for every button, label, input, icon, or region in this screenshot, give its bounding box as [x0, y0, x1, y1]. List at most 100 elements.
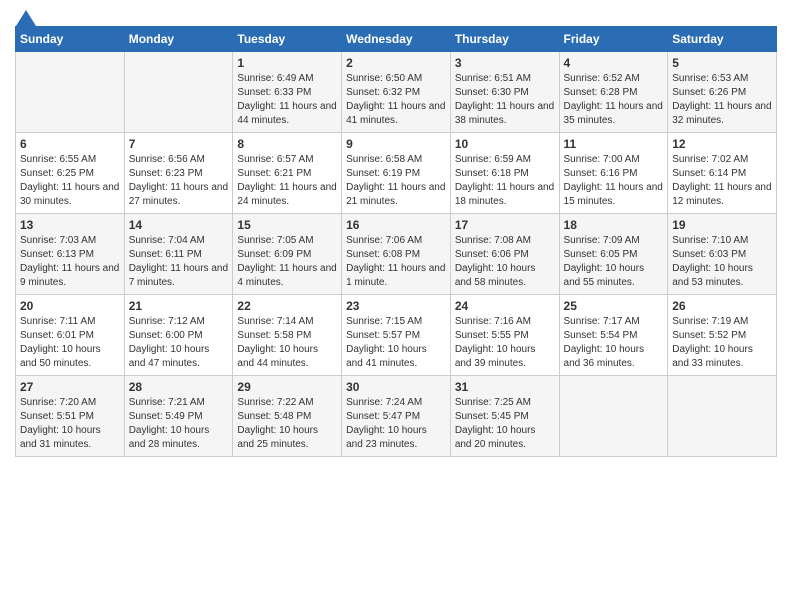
day-number: 28 [129, 380, 229, 394]
day-number: 31 [455, 380, 555, 394]
header-monday: Monday [124, 27, 233, 52]
day-number: 21 [129, 299, 229, 313]
day-cell: 24 Sunrise: 7:16 AM Sunset: 5:55 PM Dayli… [450, 295, 559, 376]
day-info: Sunrise: 7:19 AM Sunset: 5:52 PM Dayligh… [672, 315, 772, 371]
day-info: Sunrise: 7:02 AM Sunset: 6:14 PM Dayligh… [672, 153, 772, 209]
day-number: 4 [564, 56, 664, 70]
day-cell: 26 Sunrise: 7:19 AM Sunset: 5:52 PM Dayli… [668, 295, 777, 376]
day-info: Sunrise: 6:52 AM Sunset: 6:28 PM Dayligh… [564, 72, 664, 128]
day-cell: 4 Sunrise: 6:52 AM Sunset: 6:28 PM Daylig… [559, 52, 668, 133]
logo [15, 10, 37, 22]
day-info: Sunrise: 7:15 AM Sunset: 5:57 PM Dayligh… [346, 315, 446, 371]
day-info: Sunrise: 7:04 AM Sunset: 6:11 PM Dayligh… [129, 234, 229, 290]
header-sunday: Sunday [16, 27, 125, 52]
logo-icon [16, 10, 36, 26]
header-row-days: SundayMondayTuesdayWednesdayThursdayFrid… [16, 27, 777, 52]
day-cell: 11Sunrise: 7:00 AM Sunset: 6:16 PM Dayli… [559, 133, 668, 214]
week-row-0: 1Sunrise: 6:49 AM Sunset: 6:33 PM Daylig… [16, 52, 777, 133]
day-cell: 8 Sunrise: 6:57 AM Sunset: 6:21 PM Daylig… [233, 133, 342, 214]
day-cell: 12 Sunrise: 7:02 AM Sunset: 6:14 PM Dayli… [668, 133, 777, 214]
logo-text [15, 10, 37, 26]
day-info: Sunrise: 7:06 AM Sunset: 6:08 PM Dayligh… [346, 234, 446, 290]
day-cell: 14 Sunrise: 7:04 AM Sunset: 6:11 PM Dayli… [124, 214, 233, 295]
day-number: 13 [20, 218, 120, 232]
day-cell: 22 Sunrise: 7:14 AM Sunset: 5:58 PM Dayli… [233, 295, 342, 376]
day-number: 19 [672, 218, 772, 232]
day-cell: 9Sunrise: 6:58 AM Sunset: 6:19 PM Daylig… [342, 133, 451, 214]
day-cell: 31 Sunrise: 7:25 AM Sunset: 5:45 PM Dayli… [450, 376, 559, 457]
day-info: Sunrise: 7:05 AM Sunset: 6:09 PM Dayligh… [237, 234, 337, 290]
day-number: 23 [346, 299, 446, 313]
day-cell: 2 Sunrise: 6:50 AM Sunset: 6:32 PM Daylig… [342, 52, 451, 133]
day-cell: 18 Sunrise: 7:09 AM Sunset: 6:05 PM Dayli… [559, 214, 668, 295]
header-thursday: Thursday [450, 27, 559, 52]
header-wednesday: Wednesday [342, 27, 451, 52]
day-info: Sunrise: 6:56 AM Sunset: 6:23 PM Dayligh… [129, 153, 229, 209]
day-number: 30 [346, 380, 446, 394]
day-number: 15 [237, 218, 337, 232]
day-cell [124, 52, 233, 133]
day-number: 3 [455, 56, 555, 70]
day-info: Sunrise: 7:16 AM Sunset: 5:55 PM Dayligh… [455, 315, 555, 371]
day-info: Sunrise: 7:21 AM Sunset: 5:49 PM Dayligh… [129, 396, 229, 452]
calendar-container: SundayMondayTuesdayWednesdayThursdayFrid… [0, 0, 792, 462]
day-cell: 16 Sunrise: 7:06 AM Sunset: 6:08 PM Dayli… [342, 214, 451, 295]
day-info: Sunrise: 7:24 AM Sunset: 5:47 PM Dayligh… [346, 396, 446, 452]
day-info: Sunrise: 6:49 AM Sunset: 6:33 PM Dayligh… [237, 72, 337, 128]
day-cell: 29 Sunrise: 7:22 AM Sunset: 5:48 PM Dayli… [233, 376, 342, 457]
day-number: 11 [564, 137, 664, 151]
day-info: Sunrise: 6:50 AM Sunset: 6:32 PM Dayligh… [346, 72, 446, 128]
day-number: 12 [672, 137, 772, 151]
day-cell: 28 Sunrise: 7:21 AM Sunset: 5:49 PM Dayli… [124, 376, 233, 457]
day-number: 24 [455, 299, 555, 313]
day-cell: 6 Sunrise: 6:55 AM Sunset: 6:25 PM Daylig… [16, 133, 125, 214]
day-info: Sunrise: 6:55 AM Sunset: 6:25 PM Dayligh… [20, 153, 120, 209]
week-row-1: 6 Sunrise: 6:55 AM Sunset: 6:25 PM Daylig… [16, 133, 777, 214]
day-number: 29 [237, 380, 337, 394]
day-number: 25 [564, 299, 664, 313]
day-number: 17 [455, 218, 555, 232]
day-cell: 1Sunrise: 6:49 AM Sunset: 6:33 PM Daylig… [233, 52, 342, 133]
day-cell: 3 Sunrise: 6:51 AM Sunset: 6:30 PM Daylig… [450, 52, 559, 133]
day-cell: 5Sunrise: 6:53 AM Sunset: 6:26 PM Daylig… [668, 52, 777, 133]
day-info: Sunrise: 7:03 AM Sunset: 6:13 PM Dayligh… [20, 234, 120, 290]
week-row-2: 13 Sunrise: 7:03 AM Sunset: 6:13 PM Dayli… [16, 214, 777, 295]
day-info: Sunrise: 6:57 AM Sunset: 6:21 PM Dayligh… [237, 153, 337, 209]
day-cell [668, 376, 777, 457]
day-cell: 19 Sunrise: 7:10 AM Sunset: 6:03 PM Dayli… [668, 214, 777, 295]
day-number: 26 [672, 299, 772, 313]
day-info: Sunrise: 6:51 AM Sunset: 6:30 PM Dayligh… [455, 72, 555, 128]
day-info: Sunrise: 7:09 AM Sunset: 6:05 PM Dayligh… [564, 234, 664, 290]
week-row-3: 20 Sunrise: 7:11 AM Sunset: 6:01 PM Dayli… [16, 295, 777, 376]
day-info: Sunrise: 7:11 AM Sunset: 6:01 PM Dayligh… [20, 315, 120, 371]
day-info: Sunrise: 7:25 AM Sunset: 5:45 PM Dayligh… [455, 396, 555, 452]
day-info: Sunrise: 7:12 AM Sunset: 6:00 PM Dayligh… [129, 315, 229, 371]
day-number: 8 [237, 137, 337, 151]
header-row [15, 10, 777, 22]
header-saturday: Saturday [668, 27, 777, 52]
day-cell: 17 Sunrise: 7:08 AM Sunset: 6:06 PM Dayli… [450, 214, 559, 295]
day-info: Sunrise: 6:59 AM Sunset: 6:18 PM Dayligh… [455, 153, 555, 209]
day-number: 2 [346, 56, 446, 70]
day-cell: 10 Sunrise: 6:59 AM Sunset: 6:18 PM Dayli… [450, 133, 559, 214]
day-number: 6 [20, 137, 120, 151]
day-number: 22 [237, 299, 337, 313]
day-number: 10 [455, 137, 555, 151]
day-info: Sunrise: 7:17 AM Sunset: 5:54 PM Dayligh… [564, 315, 664, 371]
day-info: Sunrise: 7:10 AM Sunset: 6:03 PM Dayligh… [672, 234, 772, 290]
day-number: 18 [564, 218, 664, 232]
day-number: 16 [346, 218, 446, 232]
day-cell: 7Sunrise: 6:56 AM Sunset: 6:23 PM Daylig… [124, 133, 233, 214]
day-number: 20 [20, 299, 120, 313]
day-info: Sunrise: 7:08 AM Sunset: 6:06 PM Dayligh… [455, 234, 555, 290]
header-friday: Friday [559, 27, 668, 52]
day-info: Sunrise: 6:58 AM Sunset: 6:19 PM Dayligh… [346, 153, 446, 209]
calendar-table: SundayMondayTuesdayWednesdayThursdayFrid… [15, 26, 777, 457]
day-info: Sunrise: 6:53 AM Sunset: 6:26 PM Dayligh… [672, 72, 772, 128]
day-info: Sunrise: 7:22 AM Sunset: 5:48 PM Dayligh… [237, 396, 337, 452]
day-info: Sunrise: 7:14 AM Sunset: 5:58 PM Dayligh… [237, 315, 337, 371]
day-cell: 13 Sunrise: 7:03 AM Sunset: 6:13 PM Dayli… [16, 214, 125, 295]
day-cell: 25 Sunrise: 7:17 AM Sunset: 5:54 PM Dayli… [559, 295, 668, 376]
day-cell [559, 376, 668, 457]
day-number: 14 [129, 218, 229, 232]
